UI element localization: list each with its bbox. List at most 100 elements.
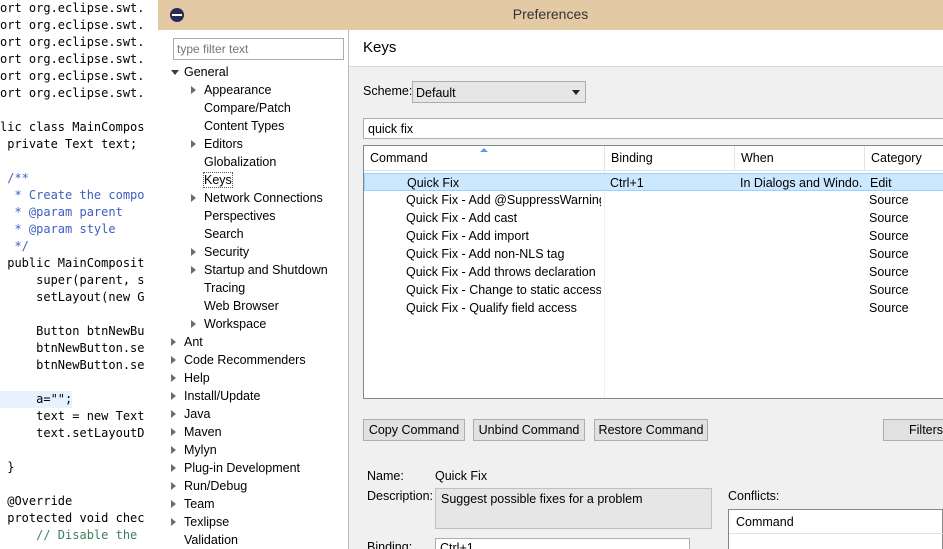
- tree-item-label: Ant: [184, 335, 203, 349]
- collapsed-triangle-icon[interactable]: [171, 446, 176, 454]
- column-header-binding[interactable]: Binding: [605, 146, 735, 171]
- conflicts-column-header[interactable]: Command: [729, 510, 943, 534]
- collapsed-triangle-icon[interactable]: [171, 428, 176, 436]
- tree-item-globalization[interactable]: Globalization: [204, 153, 276, 171]
- collapsed-triangle-icon[interactable]: [171, 410, 176, 418]
- tree-item-ant[interactable]: Ant: [171, 333, 203, 351]
- collapsed-triangle-icon[interactable]: [191, 140, 196, 148]
- tree-item-security[interactable]: Security: [191, 243, 249, 261]
- collapsed-triangle-icon[interactable]: [191, 248, 196, 256]
- table-row[interactable]: Quick Fix - Qualify field access Source: [364, 299, 943, 317]
- collapsed-triangle-icon[interactable]: [171, 482, 176, 490]
- collapsed-triangle-icon[interactable]: [171, 464, 176, 472]
- restore-command-button[interactable]: Restore Command: [594, 419, 708, 441]
- column-header-when[interactable]: When: [735, 146, 865, 171]
- tree-item-perspectives[interactable]: Perspectives: [204, 207, 276, 225]
- window-title: Preferences: [512, 6, 589, 22]
- binding-field[interactable]: Ctrl+1: [435, 538, 690, 549]
- table-row[interactable]: Quick Fix - Add throws declaration Source: [364, 263, 943, 281]
- scheme-value: Default: [416, 86, 456, 100]
- collapsed-triangle-icon[interactable]: [171, 518, 176, 526]
- table-row[interactable]: Quick Fix - Change to static access Sourc…: [364, 281, 943, 299]
- commands-table[interactable]: Command Binding When Category Quick Fix C…: [363, 145, 943, 399]
- tree-item-startup-and-shutdown[interactable]: Startup and Shutdown: [191, 261, 328, 279]
- conflicts-table[interactable]: Command: [728, 509, 943, 549]
- tree-item-label: Plug-in Development: [184, 461, 301, 475]
- tree-item-search[interactable]: Search: [204, 225, 244, 243]
- tree-item-label: Run/Debug: [184, 479, 248, 493]
- table-row[interactable]: Quick Fix - Add non-NLS tag Source: [364, 245, 943, 263]
- filter-input[interactable]: [173, 38, 344, 60]
- tree-item-label: Keys: [203, 172, 233, 188]
- code-line: Button btnNewBu: [0, 324, 145, 338]
- tree-item-content-types[interactable]: Content Types: [204, 117, 284, 135]
- cell-category: Source: [869, 265, 909, 279]
- description-field[interactable]: Suggest possible fixes for a problem: [435, 488, 712, 529]
- code-line: lic class MainCompos: [0, 120, 145, 134]
- binding-label: Binding:: [367, 540, 413, 549]
- tree-item-label: Network Connections: [204, 191, 323, 205]
- tree-item-compare-patch[interactable]: Compare/Patch: [204, 99, 291, 117]
- collapsed-triangle-icon[interactable]: [191, 86, 196, 94]
- sort-ascending-icon: [480, 148, 488, 152]
- tree-item-workspace[interactable]: Workspace: [191, 315, 267, 333]
- tree-item-label: Code Recommenders: [184, 353, 306, 367]
- tree-item-label: Globalization: [204, 155, 277, 169]
- cell-category: Source: [869, 247, 909, 261]
- tree-item-run-debug[interactable]: Run/Debug: [171, 477, 248, 495]
- tree-item-validation[interactable]: Validation: [184, 531, 238, 549]
- table-row[interactable]: Quick Fix - Add import Source: [364, 227, 943, 245]
- tree-item-network-connections[interactable]: Network Connections: [191, 189, 323, 207]
- expanded-triangle-icon[interactable]: [171, 70, 179, 75]
- tree-item-code-recommenders[interactable]: Code Recommenders: [171, 351, 306, 369]
- title-bar[interactable]: Preferences: [158, 0, 943, 30]
- column-header-category[interactable]: Category: [865, 146, 943, 171]
- tree-item-install-update[interactable]: Install/Update: [171, 387, 260, 405]
- unbind-command-button[interactable]: Unbind Command: [473, 419, 585, 441]
- column-header-command[interactable]: Command: [364, 146, 605, 171]
- code-line: btnNewButton.se: [0, 358, 145, 372]
- tree-item-help[interactable]: Help: [171, 369, 210, 387]
- tree-item-label: Workspace: [204, 317, 267, 331]
- tree-item-appearance[interactable]: Appearance: [191, 81, 271, 99]
- collapsed-triangle-icon[interactable]: [171, 338, 176, 346]
- tree-item-general[interactable]: General: [171, 63, 229, 81]
- tree-item-label: General: [184, 65, 229, 79]
- collapsed-triangle-icon[interactable]: [171, 356, 176, 364]
- keys-page: Keys Scheme: Default quick fix Command B…: [349, 30, 943, 549]
- code-line: public MainComposit: [0, 256, 145, 270]
- tree-item-maven[interactable]: Maven: [171, 423, 222, 441]
- tree-item-tracing[interactable]: Tracing: [204, 279, 245, 297]
- table-row[interactable]: Quick Fix Ctrl+1 In Dialogs and Windo... Ed…: [364, 173, 943, 191]
- column-header-label: Command: [370, 151, 428, 165]
- copy-command-button[interactable]: Copy Command: [363, 419, 465, 441]
- table-row[interactable]: Quick Fix - Add cast Source: [364, 209, 943, 227]
- filters-button[interactable]: Filters...: [883, 419, 943, 441]
- tree-item-mylyn[interactable]: Mylyn: [171, 441, 217, 459]
- tree-item-label: Help: [184, 371, 210, 385]
- tree-item-label: Java: [184, 407, 211, 421]
- code-line: ort org.eclipse.swt.: [0, 35, 145, 49]
- collapsed-triangle-icon[interactable]: [191, 266, 196, 274]
- collapsed-triangle-icon[interactable]: [191, 194, 196, 202]
- collapsed-triangle-icon[interactable]: [171, 392, 176, 400]
- name-value: Quick Fix: [435, 469, 488, 483]
- tree-item-texlipse[interactable]: Texlipse: [171, 513, 229, 531]
- tree-item-editors[interactable]: Editors: [191, 135, 243, 153]
- code-line: }: [0, 460, 15, 474]
- collapsed-triangle-icon[interactable]: [191, 320, 196, 328]
- tree-item-team[interactable]: Team: [171, 495, 215, 513]
- table-row[interactable]: Quick Fix - Add @SuppressWarnings Source: [364, 191, 943, 209]
- tree-item-keys[interactable]: Keys: [203, 171, 233, 189]
- collapsed-triangle-icon[interactable]: [171, 500, 176, 508]
- cell-command: Quick Fix - Add non-NLS tag: [406, 247, 565, 261]
- scheme-dropdown[interactable]: Default: [412, 81, 586, 103]
- tree-item-label: Tracing: [204, 281, 246, 295]
- tree-item-plug-in-development[interactable]: Plug-in Development: [171, 459, 301, 477]
- tree-item-java[interactable]: Java: [171, 405, 211, 423]
- collapsed-triangle-icon[interactable]: [171, 374, 176, 382]
- code-editor-background[interactable]: ort org.eclipse.swt. ort org.eclipse.swt.…: [0, 0, 165, 549]
- tree-item-web-browser[interactable]: Web Browser: [204, 297, 279, 315]
- cell-command: Quick Fix - Qualify field access: [406, 301, 577, 315]
- search-input[interactable]: quick fix: [363, 118, 943, 139]
